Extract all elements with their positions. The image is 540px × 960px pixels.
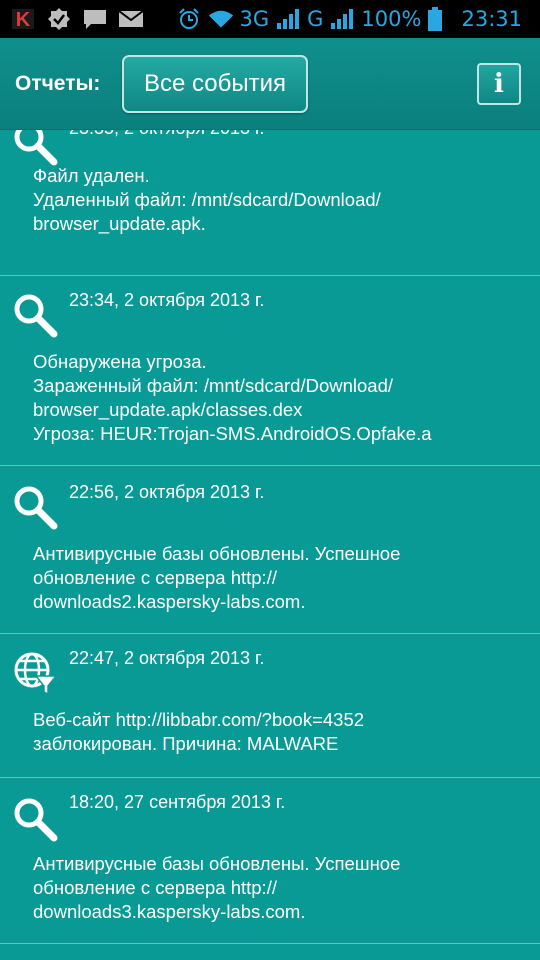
list-item[interactable]: 18:20, 27 сентября 2013 г. Антивирусные … bbox=[0, 778, 540, 944]
info-button[interactable]: i bbox=[477, 62, 521, 105]
event-message: Обнаружена угроза. Зараженный файл: /mnt… bbox=[33, 350, 530, 446]
list-item[interactable]: 23:35, 2 октября 2013 г. Файл удален. Уд… bbox=[0, 130, 540, 276]
list-item[interactable]: 22:56, 2 октября 2013 г. Антивирусные ба… bbox=[0, 466, 540, 634]
event-filter-button[interactable]: Все события bbox=[122, 54, 308, 113]
message-line: Антивирусные базы обновлены. Успешное bbox=[33, 853, 401, 874]
message-line: browser_update.apk. bbox=[33, 213, 206, 234]
signal-icon bbox=[275, 8, 301, 30]
list-item[interactable]: 23:34, 2 октября 2013 г. Обнаружена угро… bbox=[0, 276, 540, 466]
message-line: downloads3.kaspersky-labs.com. bbox=[33, 901, 306, 922]
event-time: 22:56, 2 октября 2013 г. bbox=[69, 482, 265, 502]
wifi-icon bbox=[208, 8, 234, 30]
battery-icon bbox=[427, 7, 443, 31]
battery-percent: 100% bbox=[361, 7, 422, 31]
reports-label: Отчеты: bbox=[15, 71, 101, 95]
svg-text:K: K bbox=[16, 9, 31, 30]
message-icon bbox=[82, 8, 108, 30]
event-message: Антивирусные базы обновлены. Успешное об… bbox=[33, 542, 530, 614]
reports-header: Отчеты: Все события i bbox=[0, 38, 540, 130]
alarm-icon bbox=[176, 8, 202, 30]
network-type-label-2: G bbox=[307, 7, 324, 31]
message-line: Антивирусные базы обновлены. Успешное bbox=[33, 543, 401, 564]
search-icon bbox=[12, 796, 58, 842]
message-line: browser_update.apk/classes.dex bbox=[33, 399, 303, 420]
gmail-icon bbox=[118, 8, 144, 30]
event-time: 22:47, 2 октября 2013 г. bbox=[69, 648, 265, 668]
message-line: Файл удален. bbox=[33, 165, 150, 186]
message-line: Обнаружена угроза. bbox=[33, 351, 207, 372]
message-line: downloads2.kaspersky-labs.com. bbox=[33, 591, 306, 612]
event-time: 23:35, 2 октября 2013 г. bbox=[69, 130, 264, 139]
event-message: Файл удален. Удаленный файл: /mnt/sdcard… bbox=[33, 164, 530, 236]
message-line: обновление с сервера http:// bbox=[33, 567, 277, 588]
event-time: 23:34, 2 октября 2013 г. bbox=[69, 290, 265, 310]
event-time: 18:20, 27 сентября 2013 г. bbox=[69, 792, 286, 812]
search-icon bbox=[12, 130, 58, 166]
checkmark-badge-icon bbox=[46, 8, 72, 30]
message-line: Угроза: HEUR:Trojan-SMS.AndroidOS.Opfake… bbox=[33, 423, 432, 444]
message-line: заблокирован. Причина: MALWARE bbox=[33, 733, 339, 754]
search-icon bbox=[12, 484, 58, 530]
web-filter-icon bbox=[12, 650, 58, 696]
message-line: Веб-сайт http://libbabr.com/?book=4352 bbox=[33, 709, 365, 730]
network-type-label: 3G bbox=[239, 7, 270, 31]
event-message: Антивирусные базы обновлены. Успешное об… bbox=[33, 852, 530, 924]
list-item[interactable]: 22:47, 2 октября 2013 г. Веб-сайт http:/… bbox=[0, 634, 540, 778]
reports-list[interactable]: 23:35, 2 октября 2013 г. Файл удален. Уд… bbox=[0, 130, 540, 960]
status-bar: K 3G G 100% 23:31 bbox=[0, 0, 540, 38]
signal-icon bbox=[329, 8, 355, 30]
clock: 23:31 bbox=[461, 7, 522, 31]
message-line: обновление с сервера http:// bbox=[33, 877, 277, 898]
kaspersky-k-icon: K bbox=[10, 8, 36, 30]
message-line: Зараженный файл: /mnt/sdcard/Download/ bbox=[33, 375, 394, 396]
event-message: Веб-сайт http://libbabr.com/?book=4352 з… bbox=[33, 708, 530, 756]
message-line: Удаленный файл: /mnt/sdcard/Download/ bbox=[33, 189, 381, 210]
search-icon bbox=[12, 292, 58, 338]
